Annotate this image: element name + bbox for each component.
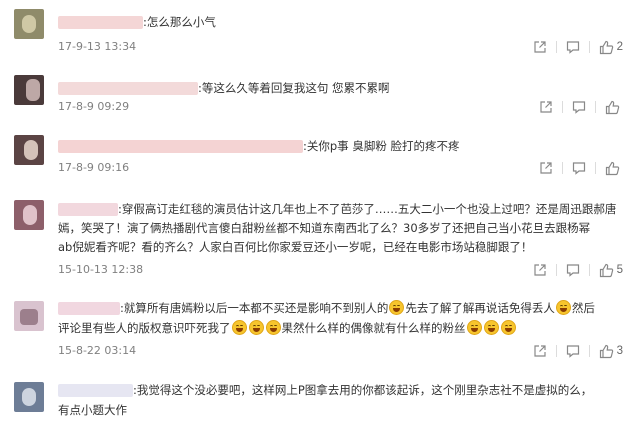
divider	[595, 101, 596, 113]
comment-time: 17-9-13 13:34	[58, 40, 137, 53]
like-button[interactable]: 3	[599, 343, 623, 359]
laugh-emoji-icon	[500, 320, 516, 335]
comment-text-line: 评论里有些人的版权意识吓死我了 果然什么样的偶像就有什么样的粉丝	[58, 318, 517, 338]
comment-button[interactable]	[566, 39, 580, 55]
comment-time: 15-8-22 03:14	[58, 344, 137, 357]
avatar[interactable]	[14, 301, 44, 331]
avatar[interactable]	[14, 382, 44, 412]
laugh-emoji-icon	[265, 320, 281, 335]
like-count: 5	[616, 264, 623, 276]
comment-text: :就算所有唐嫣粉以后一本都不买还是影响不到别人的 先去了解了解再说话免得丢人 然后	[120, 300, 595, 315]
divider	[555, 41, 557, 53]
divider	[555, 264, 557, 276]
comment-button[interactable]	[572, 160, 586, 176]
username[interactable]	[58, 16, 143, 29]
share-icon	[533, 264, 546, 276]
comment-icon	[566, 264, 579, 277]
laugh-emoji-icon	[483, 320, 499, 335]
like-button[interactable]	[605, 99, 623, 115]
comment-time: 17-8-9 09:29	[58, 100, 130, 113]
share-button[interactable]	[533, 39, 547, 55]
divider	[562, 101, 563, 113]
username[interactable]	[58, 384, 133, 397]
share-button[interactable]	[539, 99, 553, 115]
comment-item: :就算所有唐嫣粉以后一本都不买还是影响不到别人的 先去了解了解再说话免得丢人 然后 …	[0, 288, 631, 368]
share-icon	[533, 41, 546, 53]
like-icon	[599, 40, 613, 54]
laugh-emoji-icon	[466, 320, 482, 335]
comment-time: 17-8-9 09:16	[58, 161, 130, 174]
comment-text-line: 嫣，笑哭了！演了俩热播剧代言傻白甜粉丝都不知道东南西北了么？30多岁了还把自己当…	[58, 221, 591, 235]
divider	[562, 162, 563, 174]
avatar[interactable]	[14, 200, 44, 230]
comment-button[interactable]	[566, 343, 580, 359]
comment-actions: 3	[533, 343, 623, 359]
comment-text-line: ab倪妮看齐呢？看的齐么？人家白百何比你家爱豆还小一岁呢，已经在电影市场站稳脚跟…	[58, 240, 533, 254]
comment-text: :穿假高订走红毯的演员估计这几年也上不了芭莎了……五大二小一个也没上过吧？还是周…	[118, 202, 617, 216]
username[interactable]	[58, 82, 198, 95]
like-button[interactable]: 2	[599, 39, 623, 55]
like-button[interactable]: 5	[599, 262, 623, 278]
divider	[588, 345, 590, 357]
laugh-emoji-icon	[248, 320, 264, 335]
comment-icon	[572, 162, 586, 175]
comment-text: :我觉得这个没必要吧，这样网上P图拿去用的你都该起诉，这个刚里杂志社不是虚拟的么…	[133, 383, 593, 397]
username[interactable]	[58, 140, 303, 153]
divider	[555, 345, 557, 357]
comment-text: :等这么久等着回复我这句 您累不累啊	[198, 81, 390, 95]
comment-icon	[572, 101, 586, 114]
share-button[interactable]	[533, 262, 547, 278]
share-button[interactable]	[539, 160, 553, 176]
comment-actions: 5	[533, 262, 623, 278]
comment-item: :等这么久等着回复我这句 您累不累啊 17-8-9 09:29	[0, 66, 631, 126]
like-icon	[605, 100, 620, 114]
laugh-emoji-icon	[389, 300, 405, 315]
comment-item: :怎么那么小气 17-9-13 13:34 2	[0, 0, 631, 60]
comment-item: :关你p事 臭脚粉 脸打的疼不疼 17-8-9 09:16	[0, 126, 631, 184]
comment-actions	[539, 99, 623, 115]
like-icon	[605, 161, 620, 175]
comment-text: :怎么那么小气	[143, 15, 216, 29]
comment-text: :关你p事 臭脚粉 脸打的疼不疼	[303, 139, 460, 153]
like-count: 2	[616, 41, 623, 53]
comment-actions	[539, 160, 623, 176]
avatar[interactable]	[14, 9, 44, 39]
divider	[588, 264, 590, 276]
laugh-emoji-icon	[555, 300, 571, 315]
comment-icon	[566, 345, 579, 358]
username[interactable]	[58, 203, 118, 216]
share-icon	[533, 345, 546, 357]
like-count: 3	[616, 345, 623, 357]
like-button[interactable]	[605, 160, 623, 176]
share-button[interactable]	[533, 343, 547, 359]
comment-item: :穿假高订走红毯的演员估计这几年也上不了芭莎了……五大二小一个也没上过吧？还是周…	[0, 186, 631, 286]
divider	[588, 41, 590, 53]
comment-actions: 2	[533, 39, 623, 55]
share-icon	[540, 101, 552, 113]
comment-text-line: 有点小题大作	[58, 403, 127, 417]
comment-time: 15-10-13 12:38	[58, 263, 144, 276]
comment-item: :我觉得这个没必要吧，这样网上P图拿去用的你都该起诉，这个刚里杂志社不是虚拟的么…	[0, 370, 631, 423]
like-icon	[599, 263, 613, 277]
laugh-emoji-icon	[231, 320, 247, 335]
share-icon	[540, 162, 552, 174]
avatar[interactable]	[14, 75, 44, 105]
comment-button[interactable]	[572, 99, 586, 115]
avatar[interactable]	[14, 135, 44, 165]
divider	[595, 162, 596, 174]
like-icon	[599, 344, 613, 358]
comment-button[interactable]	[566, 262, 580, 278]
username[interactable]	[58, 302, 120, 315]
comment-icon	[566, 41, 579, 54]
